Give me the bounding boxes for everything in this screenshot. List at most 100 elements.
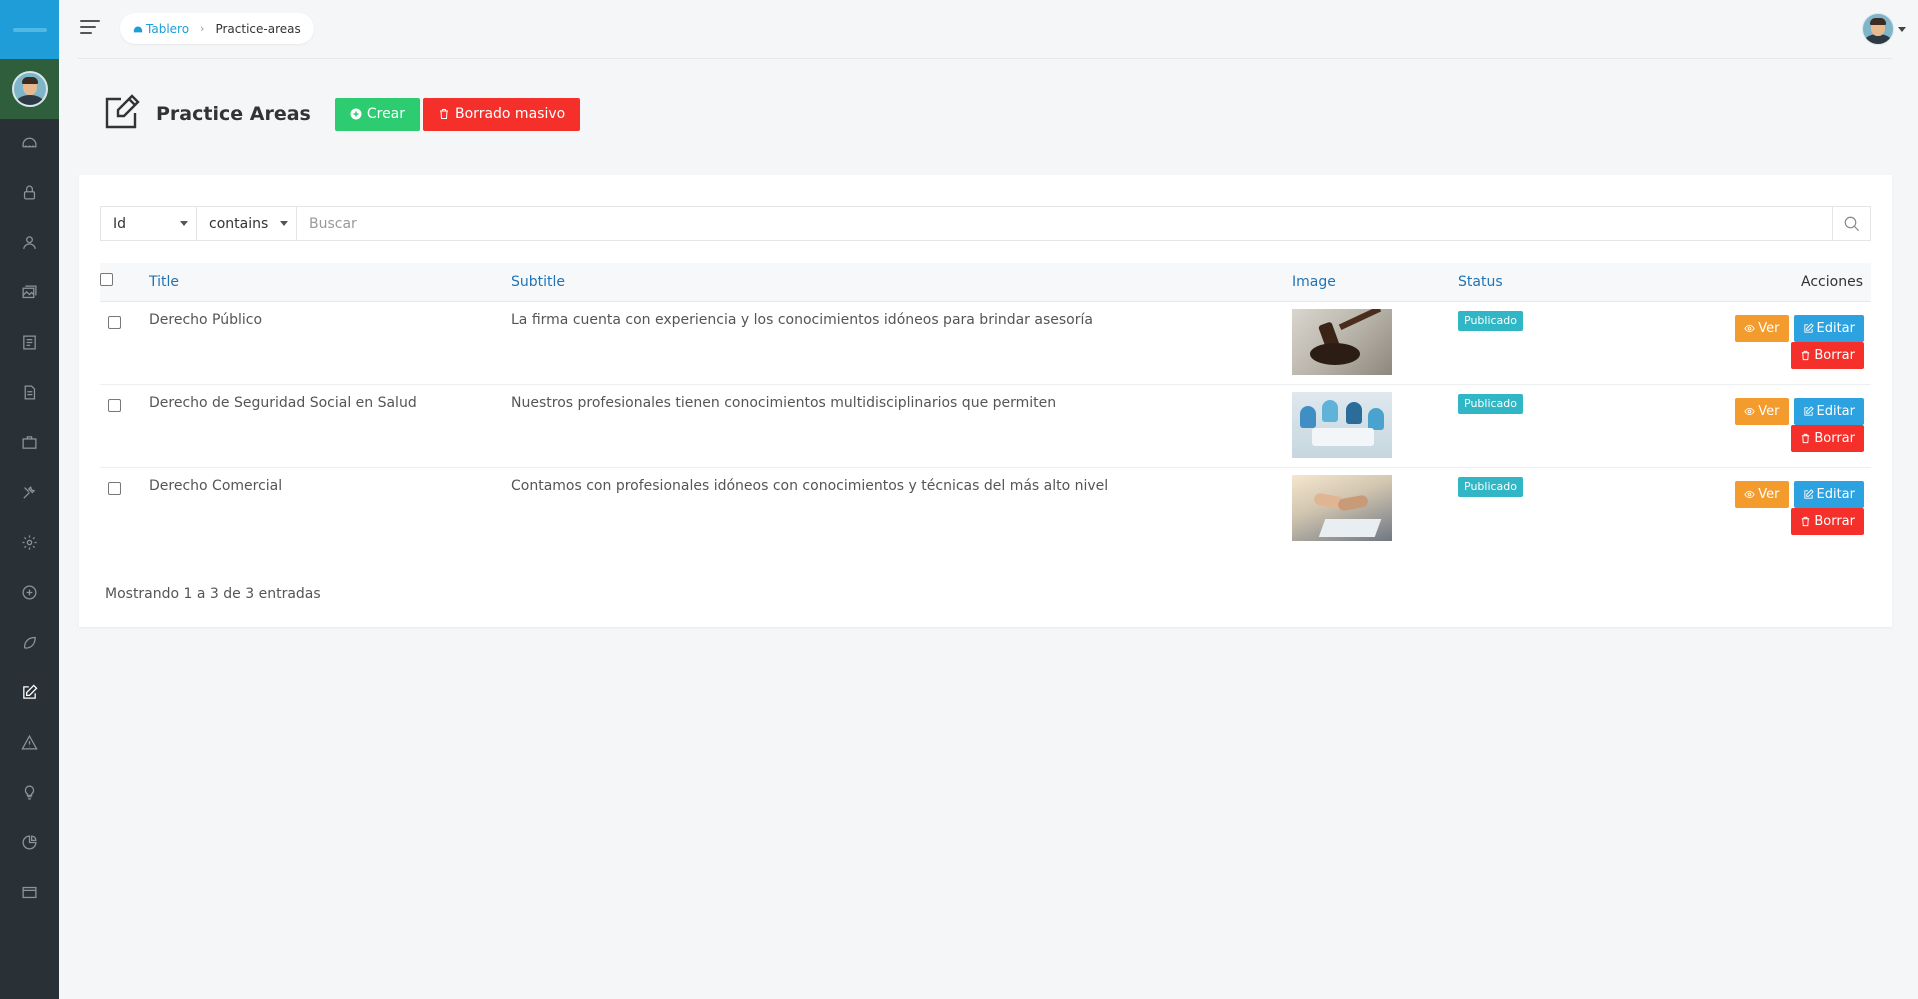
search-input[interactable] xyxy=(297,207,1832,240)
sidebar-item-windows[interactable] xyxy=(0,869,59,919)
edit-icon xyxy=(1803,405,1814,416)
chevron-down-icon xyxy=(1898,26,1906,32)
edit-button-label: Editar xyxy=(1816,320,1856,336)
sidebar-item-add[interactable] xyxy=(0,569,59,619)
select-all-checkbox[interactable] xyxy=(100,273,113,287)
edit-icon xyxy=(1803,322,1814,333)
status-badge: Publicado xyxy=(1458,393,1524,414)
sidebar-item-settings[interactable] xyxy=(0,519,59,569)
breadcrumb-home[interactable]: Tablero xyxy=(133,22,189,36)
view-button[interactable]: Ver xyxy=(1735,480,1789,508)
eye-icon xyxy=(1744,324,1755,332)
sidebar-item-ideas[interactable] xyxy=(0,769,59,819)
sidebar-user-panel[interactable] xyxy=(0,59,59,119)
lock-icon xyxy=(21,184,38,205)
file-text-icon xyxy=(21,384,38,405)
sidebar-item-security[interactable] xyxy=(0,169,59,219)
sidebar-item-reports[interactable] xyxy=(0,819,59,869)
create-button-label: Crear xyxy=(366,106,406,122)
delete-button[interactable]: Borrar xyxy=(1791,341,1864,369)
menu-toggle-icon[interactable] xyxy=(80,20,100,36)
sidebar-item-alerts[interactable] xyxy=(0,719,59,769)
brand-logo[interactable] xyxy=(0,0,59,59)
table-row: Derecho Público La firma cuenta con expe… xyxy=(100,301,1871,385)
sidebar-item-services[interactable] xyxy=(0,419,59,469)
row-select-cell xyxy=(100,384,149,468)
sidebar-item-users[interactable] xyxy=(0,219,59,269)
view-button-label: Ver xyxy=(1758,486,1780,502)
view-button[interactable]: Ver xyxy=(1735,314,1789,342)
table-row: Derecho de Seguridad Social en Salud Nue… xyxy=(100,384,1871,468)
edit-button[interactable]: Editar xyxy=(1793,480,1864,508)
page-title: Practice Areas xyxy=(156,103,311,125)
view-button-label: Ver xyxy=(1758,403,1780,419)
sidebar xyxy=(0,0,59,999)
sidebar-item-dashboard[interactable] xyxy=(0,119,59,169)
bulk-delete-button-label: Borrado masivo xyxy=(455,106,566,122)
user-avatar xyxy=(1862,13,1894,45)
header-actions: Acciones xyxy=(1658,263,1871,302)
sidebar-item-tools[interactable] xyxy=(0,469,59,519)
sidebar-item-themes[interactable] xyxy=(0,619,59,669)
edit-icon xyxy=(1803,488,1814,499)
edit-button[interactable]: Editar xyxy=(1793,397,1864,425)
plus-circle-icon xyxy=(350,108,362,120)
content-panel: Id contains Title Subtitle Image Status … xyxy=(79,175,1892,627)
row-subtitle: Contamos con profesionales idóneos con c… xyxy=(511,477,1109,494)
row-checkbox[interactable] xyxy=(108,398,121,412)
sidebar-item-pages[interactable] xyxy=(0,319,59,369)
filter-bar: Id contains xyxy=(100,206,1871,241)
header-subtitle[interactable]: Subtitle xyxy=(511,263,1292,302)
window-icon xyxy=(21,884,38,905)
chevron-down-icon xyxy=(280,221,288,226)
view-button-label: Ver xyxy=(1758,320,1780,336)
delete-button[interactable]: Borrar xyxy=(1791,424,1864,452)
table-row: Derecho Comercial Contamos con profesion… xyxy=(100,467,1871,550)
team-meeting-image[interactable] xyxy=(1292,391,1392,458)
table-header-row: Title Subtitle Image Status Acciones xyxy=(100,263,1871,302)
user-icon xyxy=(21,234,38,255)
row-checkbox[interactable] xyxy=(108,481,121,495)
gavel-image[interactable] xyxy=(1292,308,1392,375)
edit-button[interactable]: Editar xyxy=(1793,314,1864,342)
breadcrumb: Tablero › Practice-areas xyxy=(120,13,314,44)
lightbulb-icon xyxy=(21,784,38,805)
trash-icon xyxy=(440,109,449,119)
filter-operator-value: contains xyxy=(209,215,269,232)
sidebar-item-media[interactable] xyxy=(0,269,59,319)
search-icon xyxy=(1844,216,1859,231)
warning-icon xyxy=(21,734,38,755)
bulk-delete-button[interactable]: Borrado masivo xyxy=(423,97,581,131)
page-header: Practice Areas Crear Borrado masivo xyxy=(103,94,581,134)
breadcrumb-home-label: Tablero xyxy=(146,21,190,36)
header-image[interactable]: Image xyxy=(1292,263,1458,302)
row-checkbox[interactable] xyxy=(108,315,121,329)
header-title[interactable]: Title xyxy=(149,263,511,302)
header-status[interactable]: Status xyxy=(1458,263,1658,302)
filter-field-select[interactable]: Id xyxy=(101,207,197,240)
view-button[interactable]: Ver xyxy=(1735,397,1789,425)
sidebar-nav xyxy=(0,119,59,919)
create-button[interactable]: Crear xyxy=(334,97,421,131)
sidebar-item-posts[interactable] xyxy=(0,369,59,419)
row-status-cell: Publicado xyxy=(1458,467,1658,550)
status-badge: Publicado xyxy=(1458,476,1524,497)
delete-button[interactable]: Borrar xyxy=(1791,507,1864,535)
trash-icon xyxy=(1802,350,1810,360)
sidebar-item-practice-areas[interactable] xyxy=(0,669,59,719)
page-edit-icon xyxy=(103,94,141,134)
handshake-image[interactable] xyxy=(1292,474,1392,541)
search-button[interactable] xyxy=(1832,207,1870,240)
row-subtitle: Nuestros profesionales tienen conocimien… xyxy=(511,384,1292,468)
row-image-cell xyxy=(1292,467,1458,550)
pagination-info: Mostrando 1 a 3 de 3 entradas xyxy=(105,586,321,602)
chevron-down-icon xyxy=(180,221,188,226)
tools-icon xyxy=(21,484,38,505)
delete-button-label: Borrar xyxy=(1814,347,1855,363)
user-menu[interactable] xyxy=(1862,13,1906,45)
breadcrumb-current: Practice-areas xyxy=(215,21,301,36)
filter-operator-select[interactable]: contains xyxy=(197,207,297,240)
row-status-cell: Publicado xyxy=(1458,301,1658,385)
row-actions: Ver Editar Borrar xyxy=(1658,467,1871,550)
edit-button-label: Editar xyxy=(1816,403,1856,419)
